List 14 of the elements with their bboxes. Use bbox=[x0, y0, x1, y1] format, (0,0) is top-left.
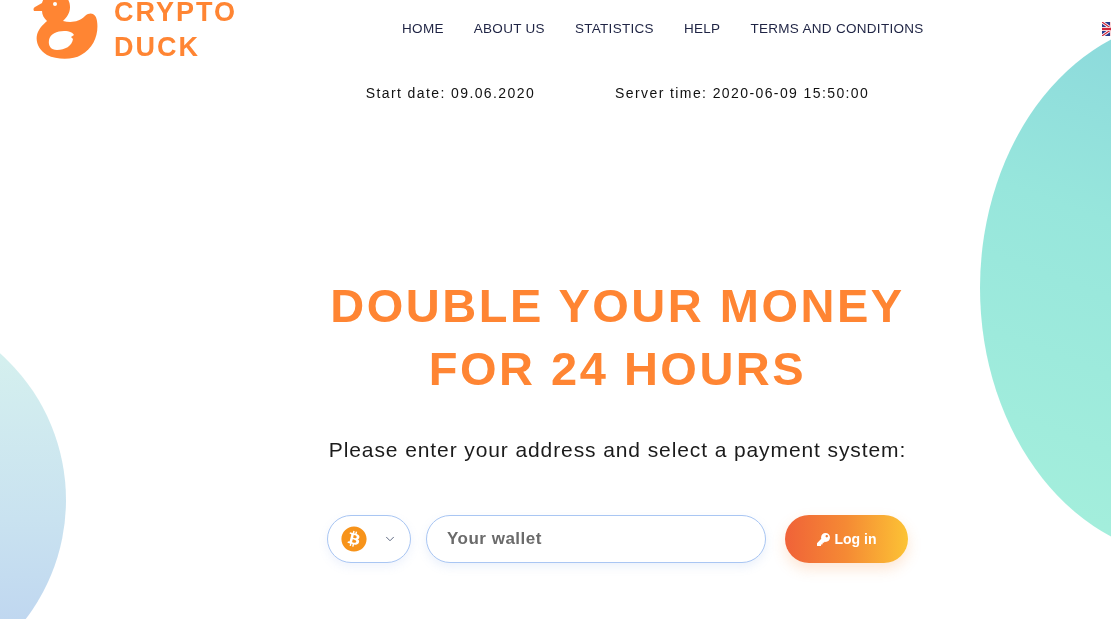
info-text: Start date: 09.06.2020 bbox=[365, 84, 536, 103]
wallet-input[interactable]: Your wallet bbox=[426, 515, 766, 563]
info-text: Server time: 2020-06-09 15:50:00 bbox=[615, 84, 870, 103]
uk-flag-icon[interactable] bbox=[1102, 22, 1111, 36]
logo-text: CRYPTO DUCK bbox=[114, 0, 238, 64]
nav-link[interactable]: HELP bbox=[683, 20, 721, 38]
key-icon bbox=[816, 532, 830, 546]
hero-title: DOUBLE YOUR MONEY FOR 24 HOURS bbox=[330, 278, 905, 397]
hero-subtitle: Please enter your address and select a payment system: bbox=[328, 437, 907, 463]
bitcoin-icon bbox=[341, 526, 367, 552]
nav-link[interactable]: STATISTICS bbox=[574, 20, 654, 38]
nav-link[interactable]: ABOUT US bbox=[473, 20, 545, 38]
nav-link[interactable]: HOME bbox=[402, 20, 444, 38]
nav-link[interactable]: TERMS AND CONDITIONS bbox=[750, 20, 924, 38]
